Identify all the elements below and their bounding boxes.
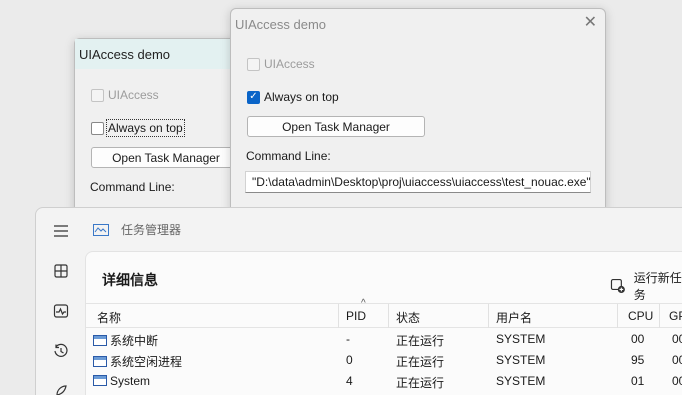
gpu-cell: 00 — [672, 332, 682, 346]
performance-icon[interactable] — [52, 302, 70, 320]
table-row[interactable]: 系统中断 - 正在运行 SYSTEM 00 00 — [86, 329, 682, 350]
uiaccess-label: UIAccess — [108, 88, 159, 102]
column-divider[interactable] — [659, 304, 660, 328]
always-on-top-label: Always on top — [264, 90, 339, 104]
column-header-cpu[interactable]: CPU — [628, 309, 653, 323]
always-on-top-label: Always on top — [106, 119, 185, 137]
always-on-top-checkbox[interactable]: Always on top — [91, 119, 185, 137]
checkbox-box — [247, 57, 260, 71]
process-name: System — [110, 374, 151, 388]
pid-cell: 0 — [346, 353, 353, 367]
window-title: UIAccess demo — [79, 46, 171, 62]
processes-icon[interactable] — [52, 262, 70, 280]
column-header-name[interactable]: 名称 — [97, 309, 121, 326]
gpu-cell: 00 — [672, 374, 682, 388]
task-manager-logo-icon — [93, 223, 109, 236]
app-history-icon[interactable] — [52, 342, 70, 360]
column-header-status[interactable]: 状态 — [396, 309, 420, 326]
always-on-top-checkbox[interactable]: ✓ Always on top — [247, 90, 339, 104]
column-header-gpu[interactable]: GP — [669, 309, 682, 323]
button-label: Open Task Manager — [112, 150, 220, 165]
task-manager-window: 任务管理器 详细信息 运行新任务 名称 PID ^ 状态 用户名 CPU GP … — [35, 207, 682, 395]
title-bar[interactable]: UIAccess demo — [231, 9, 605, 39]
cpu-cell: 95 — [631, 353, 645, 367]
user-cell: SYSTEM — [496, 332, 546, 346]
run-new-task-label: 运行新任务 — [633, 271, 682, 302]
app-title-area: 任务管理器 — [93, 221, 181, 238]
sidebar — [36, 208, 84, 395]
checkbox-box — [91, 88, 104, 102]
open-task-manager-button[interactable]: Open Task Manager — [247, 116, 425, 137]
process-icon — [93, 375, 107, 386]
process-icon — [93, 356, 107, 367]
column-divider[interactable] — [338, 304, 339, 328]
column-header-user[interactable]: 用户名 — [496, 309, 532, 326]
button-label: Open Task Manager — [282, 119, 390, 134]
column-header-pid[interactable]: PID — [346, 309, 366, 323]
status-cell: 正在运行 — [396, 334, 445, 348]
table-row[interactable]: System 4 正在运行 SYSTEM 01 00 — [86, 371, 682, 392]
close-icon[interactable]: ✕ — [584, 12, 597, 32]
column-divider[interactable] — [388, 304, 389, 328]
uiaccess-demo-window-front: UIAccess demo ✕ UIAccess ✓ Always on top… — [230, 8, 606, 213]
status-cell: 正在运行 — [396, 355, 445, 369]
uiaccess-checkbox[interactable]: UIAccess — [91, 88, 159, 102]
table-row[interactable]: 系统空闲进程 0 正在运行 SYSTEM 95 00 — [86, 350, 682, 371]
column-divider[interactable] — [617, 304, 618, 328]
sort-ascending-icon: ^ — [361, 298, 366, 309]
process-name: 系统中断 — [110, 334, 159, 348]
pid-cell: 4 — [346, 374, 353, 388]
gpu-cell: 00 — [672, 353, 682, 367]
command-line-value: "D:\data\admin\Desktop\proj\uiaccess\uia… — [252, 175, 591, 189]
pid-cell: - — [346, 332, 350, 346]
open-task-manager-button[interactable]: Open Task Manager — [91, 147, 241, 168]
details-panel: 详细信息 运行新任务 名称 PID ^ 状态 用户名 CPU GP 系统中断 -… — [85, 251, 682, 395]
checkmark-icon: ✓ — [247, 90, 260, 104]
cpu-cell: 01 — [631, 374, 645, 388]
uiaccess-checkbox[interactable]: UIAccess — [247, 57, 315, 71]
process-name-cell: 系统空闲进程 — [93, 353, 182, 370]
hamburger-menu-icon[interactable] — [52, 222, 70, 240]
cpu-cell: 00 — [631, 332, 645, 346]
process-name-cell: 系统中断 — [93, 332, 158, 349]
uiaccess-label: UIAccess — [264, 57, 315, 71]
run-new-task-button[interactable]: 运行新任务 — [610, 269, 682, 303]
command-line-label: Command Line: — [246, 149, 331, 163]
app-title: 任务管理器 — [121, 223, 182, 237]
checkbox-box — [91, 121, 104, 135]
run-task-icon — [610, 278, 625, 294]
user-cell: SYSTEM — [496, 374, 546, 388]
window-title: UIAccess demo — [235, 16, 327, 32]
command-line-field[interactable]: "D:\data\admin\Desktop\proj\uiaccess\uia… — [245, 171, 591, 193]
startup-apps-icon[interactable] — [52, 382, 70, 395]
table-header: 名称 PID ^ 状态 用户名 CPU GP — [86, 298, 682, 328]
process-name-cell: System — [93, 374, 150, 388]
process-icon — [93, 335, 107, 346]
command-line-label: Command Line: — [90, 180, 175, 194]
page-title: 详细信息 — [102, 272, 158, 288]
status-cell: 正在运行 — [396, 376, 445, 390]
user-cell: SYSTEM — [496, 353, 546, 367]
column-divider[interactable] — [488, 304, 489, 328]
process-name: 系统空闲进程 — [110, 355, 183, 369]
